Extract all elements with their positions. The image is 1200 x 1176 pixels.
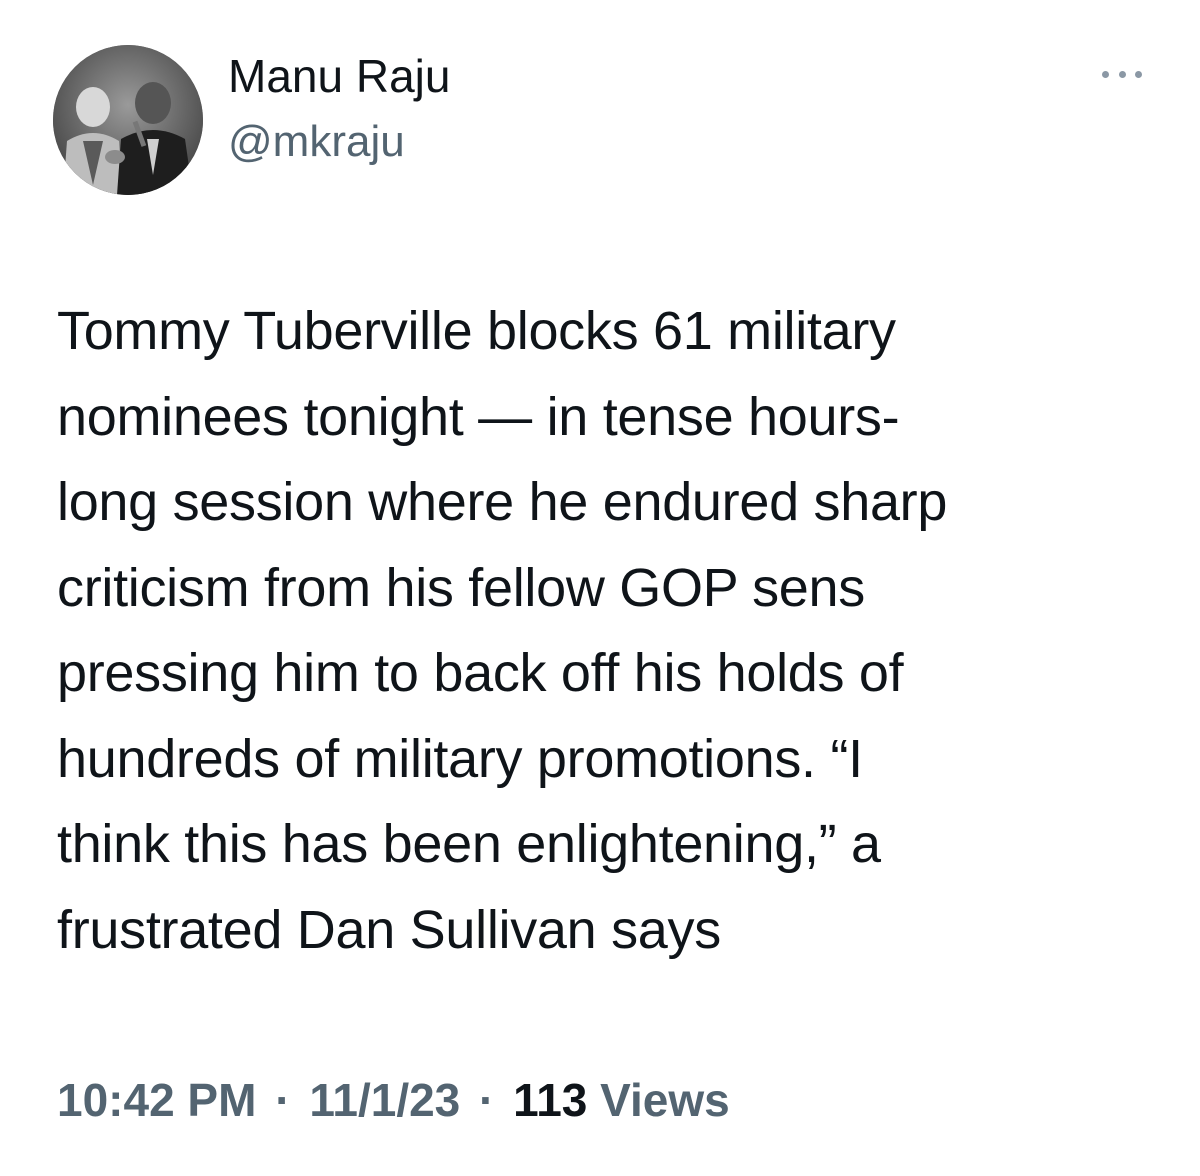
meta-separator: · [275, 1074, 291, 1126]
tweet-time[interactable]: 10:42 PM [57, 1074, 256, 1126]
display-name[interactable]: Manu Raju [228, 48, 450, 104]
meta-separator: · [479, 1074, 495, 1126]
user-handle[interactable]: @mkraju [228, 114, 450, 170]
views-count: 113 [513, 1074, 588, 1126]
more-horizontal-icon[interactable] [1102, 64, 1142, 84]
tweet-date[interactable]: 11/1/23 [309, 1074, 460, 1126]
more-dot [1102, 70, 1109, 78]
tweet: Manu Raju @mkraju Tommy Tuberville block… [0, 0, 1200, 1176]
author-info: Manu Raju @mkraju [228, 48, 450, 170]
tweet-text: Tommy Tuberville blocks 61 military nomi… [57, 301, 948, 960]
avatar-photo [53, 45, 203, 195]
avatar[interactable] [53, 45, 203, 195]
tweet-meta: 10:42 PM · 11/1/23 · 113 Views [57, 1070, 730, 1130]
more-dot [1135, 70, 1142, 78]
views-label: Views [600, 1074, 730, 1126]
more-dot [1118, 70, 1126, 78]
